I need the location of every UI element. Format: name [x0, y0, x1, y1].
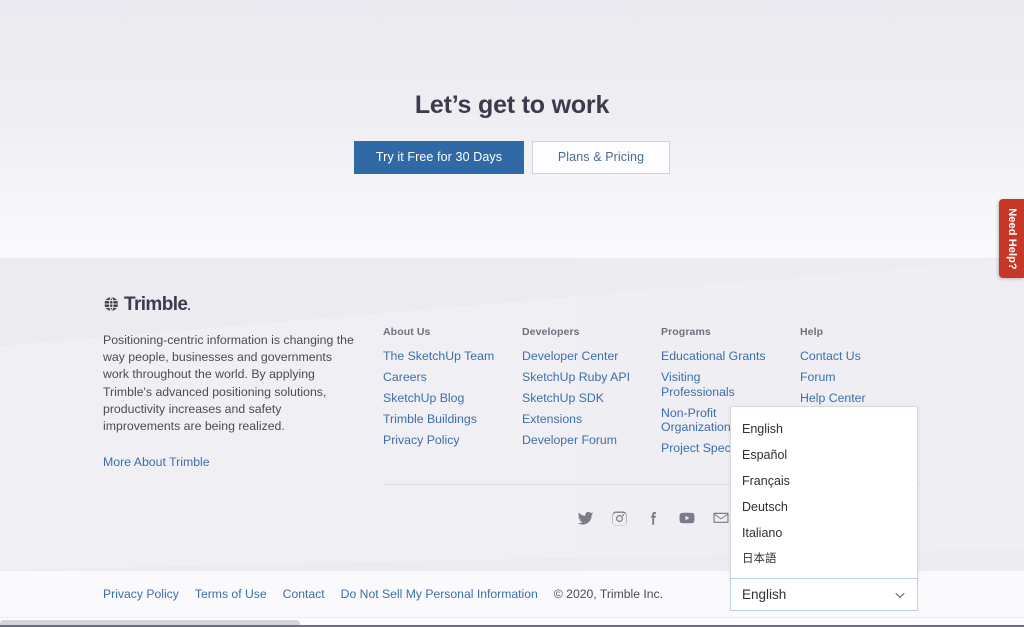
page-title: Let’s get to work — [414, 91, 610, 119]
footer-link[interactable]: Extensions — [522, 412, 634, 427]
chevron-down-icon — [895, 592, 905, 598]
legal-links: Privacy Policy Terms of Use Contact Do N… — [103, 587, 663, 601]
language-option-francais[interactable]: Français — [731, 468, 917, 494]
column-title: Help — [800, 326, 824, 338]
page-root: Let’s get to work Try it Free for 30 Day… — [0, 0, 1024, 627]
footer-link[interactable]: Contact Us — [800, 349, 912, 364]
trimble-wordmark: Trimble. — [124, 293, 191, 315]
youtube-icon[interactable] — [677, 508, 697, 528]
language-option-espanol[interactable]: Español — [731, 442, 917, 468]
column-title: Programs — [661, 326, 711, 338]
hero-inner: Let’s get to work Try it Free for 30 Day… — [0, 0, 1024, 174]
trimble-description: Positioning-centric information is chang… — [103, 333, 354, 434]
try-free-button[interactable]: Try it Free for 30 Days — [354, 140, 524, 174]
twitter-icon[interactable] — [575, 508, 595, 528]
legal-link-do-not-sell[interactable]: Do Not Sell My Personal Information — [341, 587, 538, 601]
legal-link-privacy-policy[interactable]: Privacy Policy — [103, 587, 179, 601]
language-option-english[interactable]: English — [731, 416, 917, 442]
footer-link[interactable]: Educational Grants — [661, 349, 773, 364]
need-help-tab[interactable]: Need Help? — [999, 199, 1024, 278]
footer-link[interactable]: The SketchUp Team — [383, 349, 495, 364]
horizontal-scrollbar[interactable] — [0, 617, 1024, 627]
copyright-text: © 2020, Trimble Inc. — [553, 587, 664, 601]
legal-link-contact[interactable]: Contact — [283, 587, 325, 601]
instagram-icon[interactable] — [609, 508, 629, 528]
footer-link[interactable]: Developer Forum — [522, 433, 634, 448]
plans-pricing-button[interactable]: Plans & Pricing — [532, 140, 670, 174]
footer-link[interactable]: SketchUp Blog — [383, 391, 495, 406]
column-title: Developers — [522, 326, 580, 338]
footer-link[interactable]: Privacy Policy — [383, 433, 495, 448]
hero-cta-section: Let’s get to work Try it Free for 30 Day… — [0, 0, 1024, 258]
language-dropdown-menu[interactable]: English Español Français Deutsch Italian… — [730, 406, 918, 579]
language-option-italiano[interactable]: Italiano — [731, 520, 917, 546]
more-about-trimble-link[interactable]: More About Trimble — [103, 455, 210, 469]
need-help-label: Need Help? — [1005, 207, 1018, 270]
footer-link[interactable]: Forum — [800, 370, 912, 385]
language-select-value: English — [742, 587, 787, 602]
footer-link[interactable]: Visiting Professionals — [661, 370, 773, 399]
footer-link[interactable]: Help Center — [800, 391, 912, 406]
facebook-icon[interactable] — [643, 508, 663, 528]
trimble-logo[interactable]: Trimble. — [103, 294, 361, 314]
legal-link-terms-of-use[interactable]: Terms of Use — [195, 587, 267, 601]
column-title: About Us — [383, 326, 431, 338]
footer-brand-block: Trimble. Positioning-centric information… — [103, 294, 361, 471]
footer-link[interactable]: Careers — [383, 370, 495, 385]
social-links — [575, 508, 731, 528]
footer-column-developers: Developers Developer Center SketchUp Rub… — [522, 326, 661, 462]
language-option-deutsch[interactable]: Deutsch — [731, 494, 917, 520]
cta-button-row: Try it Free for 30 Days Plans & Pricing — [0, 140, 1024, 174]
footer-link[interactable]: SketchUp Ruby API — [522, 370, 634, 385]
footer-column-about-us: About Us The SketchUp Team Careers Sketc… — [383, 326, 522, 462]
footer-link[interactable]: Trimble Buildings — [383, 412, 495, 427]
language-option-japanese[interactable]: 日本語 — [731, 546, 917, 572]
globe-icon — [104, 296, 118, 312]
footer-link[interactable]: SketchUp SDK — [522, 391, 634, 406]
language-select[interactable]: English — [730, 578, 918, 611]
email-icon[interactable] — [711, 508, 731, 528]
footer-link[interactable]: Developer Center — [522, 349, 634, 364]
